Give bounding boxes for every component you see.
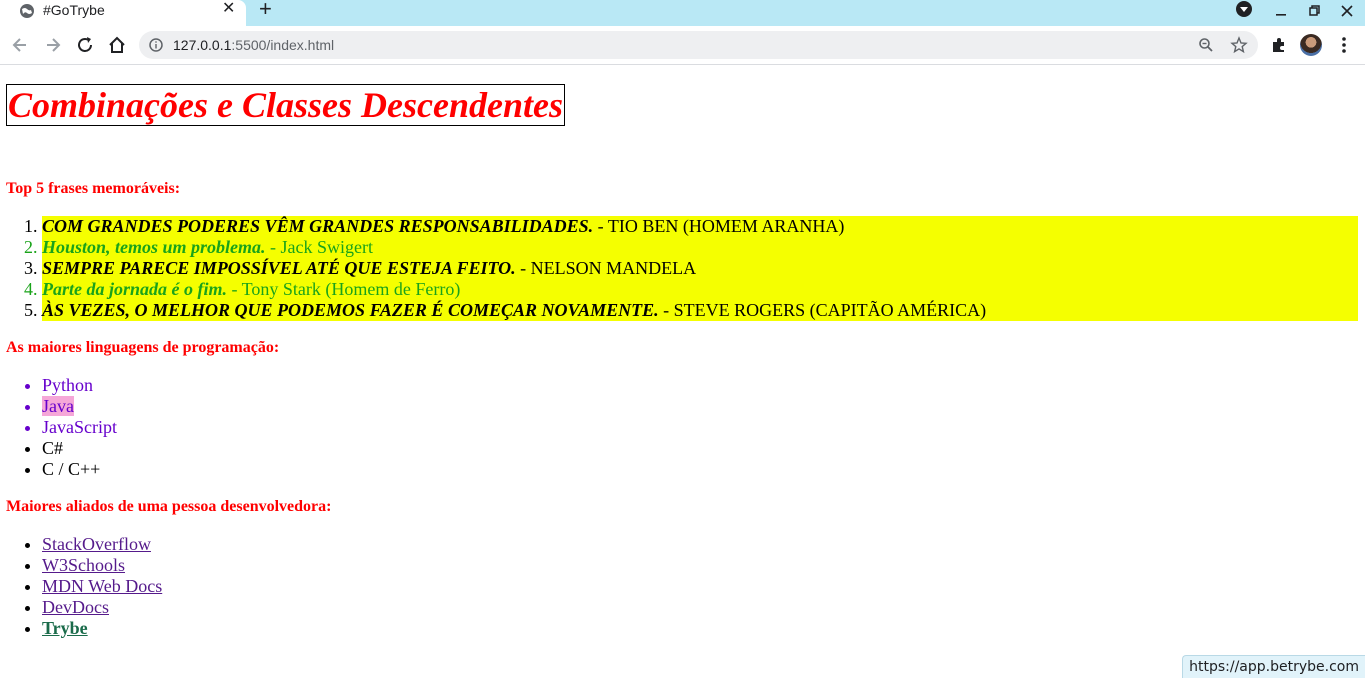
quote-author: - Tio Ben (Homem Aranha) (593, 216, 845, 236)
close-window-icon[interactable] (1338, 2, 1356, 20)
language-highlighted: Java (42, 396, 74, 416)
profile-dropdown-icon[interactable] (1236, 1, 1252, 17)
list-item: Houston, temos um problema. - Jack Swige… (42, 237, 1358, 258)
link-w3schools[interactable]: W3Schools (42, 555, 125, 575)
page-content: Combinações e Classes Descendentes Top 5… (0, 65, 1365, 678)
list-item: Com grandes poderes vêm grandes responsa… (42, 216, 1358, 237)
list-item: Sempre parece impossível até que esteja … (42, 258, 1358, 279)
list-item: JavaScript (42, 417, 117, 438)
quote-text: Parte da jornada é o fim. (42, 279, 227, 299)
list-item: C# (42, 438, 117, 459)
tab-strip: #GoTrybe ✕ + (0, 0, 1365, 26)
link-trybe[interactable]: Trybe (42, 618, 88, 638)
globe-icon (20, 4, 34, 18)
languages-heading: As maiores linguagens de programação: (6, 339, 280, 356)
quote-author: - Jack Swigert (265, 237, 374, 257)
link-mdn[interactable]: MDN Web Docs (42, 576, 162, 596)
minimize-icon[interactable] (1272, 2, 1290, 20)
allies-list: StackOverflow W3Schools MDN Web Docs Dev… (6, 534, 162, 639)
url-text: 127.0.0.1:5500/index.html (173, 36, 334, 54)
link-devdocs[interactable]: DevDocs (42, 597, 109, 617)
list-item: Python (42, 375, 117, 396)
kebab-menu-icon[interactable] (1335, 36, 1353, 54)
avatar[interactable] (1300, 34, 1322, 56)
home-icon[interactable] (107, 35, 127, 55)
list-item: MDN Web Docs (42, 576, 162, 597)
list-item: DevDocs (42, 597, 162, 618)
link-stackoverflow[interactable]: StackOverflow (42, 534, 151, 554)
restore-icon[interactable] (1305, 2, 1323, 20)
forward-icon[interactable] (43, 35, 63, 55)
back-icon[interactable] (10, 35, 30, 55)
list-item: W3Schools (42, 555, 162, 576)
url-host: 127.0.0.1 (173, 37, 232, 53)
list-item: Parte da jornada é o fim. - Tony Stark (… (42, 279, 1358, 300)
quote-text: Houston, temos um problema. (42, 237, 266, 257)
address-bar[interactable]: 127.0.0.1:5500/index.html (139, 31, 1258, 59)
tab-gotrybe[interactable]: #GoTrybe ✕ (0, 0, 246, 26)
quote-author: - Tony Stark (Homem de Ferro) (227, 279, 461, 299)
languages-list: Python Java JavaScript C# C / C++ (6, 375, 117, 480)
star-icon[interactable] (1230, 36, 1248, 54)
quotes-list: Com grandes poderes vêm grandes responsa… (6, 216, 1358, 321)
quotes-heading: Top 5 frases memoráveis: (6, 180, 181, 197)
list-item: Java (42, 396, 117, 417)
quote-author: - Steve Rogers (Capitão América) (658, 300, 987, 320)
list-item: Às vezes, o melhor que podemos fazer é c… (42, 300, 1358, 321)
quote-text: Sempre parece impossível até que esteja … (42, 258, 516, 278)
allies-heading: Maiores aliados de uma pessoa desenvolve… (6, 498, 332, 515)
list-item: Trybe (42, 618, 162, 639)
list-item: C / C++ (42, 459, 117, 480)
status-bar-url: https://app.betrybe.com (1182, 655, 1365, 678)
tab-title: #GoTrybe (43, 2, 105, 18)
url-path: :5500/index.html (231, 37, 335, 53)
close-icon[interactable]: ✕ (222, 0, 235, 18)
quote-author: - Nelson Mandela (515, 258, 697, 278)
reload-icon[interactable] (75, 35, 95, 55)
list-item: StackOverflow (42, 534, 162, 555)
browser-toolbar: 127.0.0.1:5500/index.html (0, 26, 1365, 65)
quote-text: Com grandes poderes vêm grandes responsa… (42, 216, 594, 236)
puzzle-icon[interactable] (1270, 36, 1288, 54)
zoom-icon[interactable] (1198, 37, 1214, 53)
plus-icon[interactable]: + (259, 0, 272, 20)
quote-text: Às vezes, o melhor que podemos fazer é c… (42, 300, 659, 320)
page-title: Combinações e Classes Descendentes (6, 84, 565, 126)
info-icon[interactable] (149, 38, 163, 52)
